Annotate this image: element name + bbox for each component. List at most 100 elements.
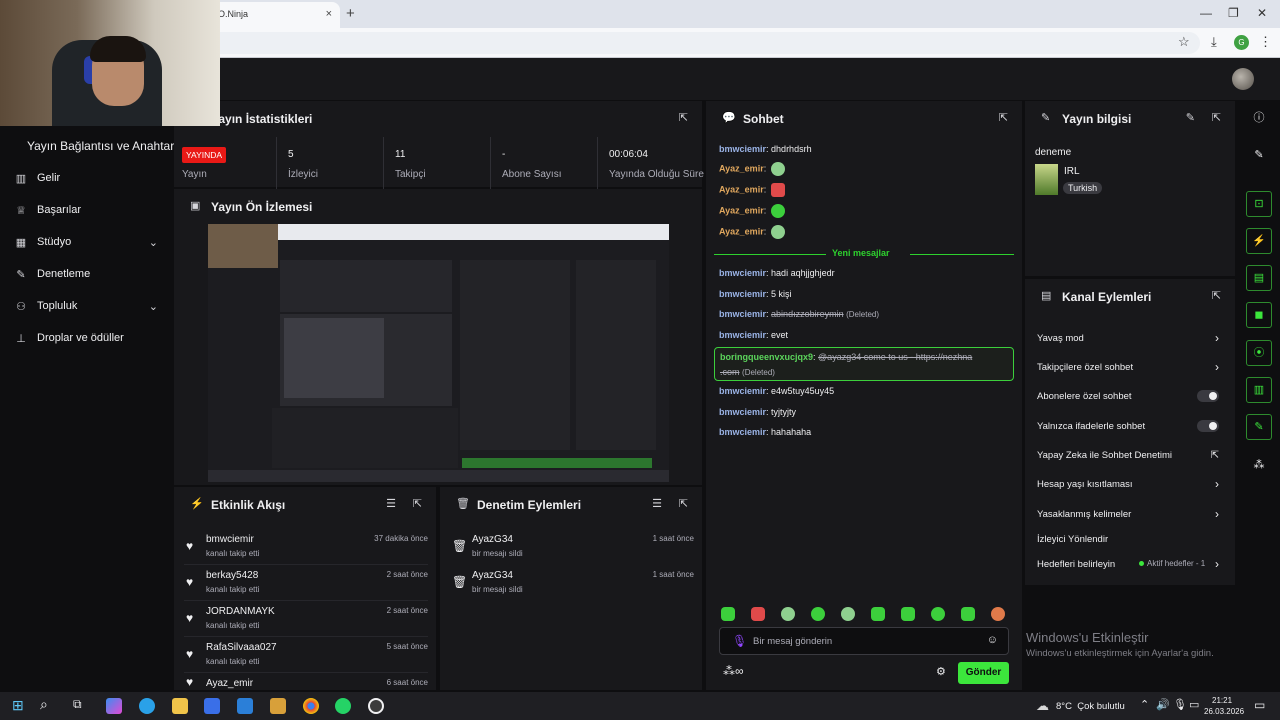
obs-icon[interactable] xyxy=(368,698,384,714)
sidebar-item-stream-key[interactable]: Yayın Bağlantısı ve Anahtarı xyxy=(27,139,178,153)
microphone-tray-icon[interactable]: 🎙 xyxy=(1173,698,1187,711)
tray-chevron-icon[interactable]: ⌃ xyxy=(1140,698,1149,711)
emote-button[interactable] xyxy=(841,607,855,621)
tag-badge[interactable]: Turkish xyxy=(1063,182,1103,194)
media-icon[interactable] xyxy=(270,698,286,714)
action-banned-words[interactable]: Yasaklanmış kelimeler › xyxy=(1037,505,1219,525)
action-goals[interactable]: Hedefleri belirleyin Aktif hedefler - 1 › xyxy=(1037,555,1219,575)
clock-time[interactable]: 21:21 xyxy=(1212,696,1232,705)
user-avatar[interactable] xyxy=(1232,68,1254,90)
action-slow-mode[interactable]: Yavaş mod › xyxy=(1037,329,1219,349)
chat-username[interactable]: bmwciemir xyxy=(719,407,766,417)
chat-username[interactable]: bmwciemir xyxy=(719,427,766,437)
chat-input-field[interactable]: 🎙 Bir mesaj gönderin ☺ xyxy=(719,627,1009,655)
popout-icon[interactable]: ⇱ xyxy=(679,497,688,510)
whatsapp-icon[interactable] xyxy=(335,698,351,714)
task-view-icon[interactable]: ⧉ xyxy=(73,697,82,712)
action-raid[interactable]: İzleyici Yönlendir xyxy=(1037,530,1219,550)
bits-icon[interactable]: ⁂∞ xyxy=(723,664,744,678)
edit-icon[interactable]: ✎ xyxy=(1246,142,1272,168)
microphone-icon[interactable]: 🎙 xyxy=(732,634,747,648)
notes-icon[interactable]: ▤ xyxy=(1246,265,1272,291)
wrench-icon[interactable]: ✎ xyxy=(1246,414,1272,440)
popout-icon[interactable]: ⇱ xyxy=(679,111,688,124)
copilot-icon[interactable] xyxy=(106,698,122,714)
network-icon[interactable]: ▭ xyxy=(1189,698,1199,711)
stream-preview-video[interactable] xyxy=(208,224,669,482)
emote-button[interactable] xyxy=(811,607,825,621)
extensions-icon[interactable]: ⁂ xyxy=(1246,452,1272,478)
category-name[interactable]: IRL xyxy=(1064,166,1080,177)
store-icon[interactable] xyxy=(204,698,220,714)
chat-username[interactable]: boringqueenvxucjqx9 xyxy=(720,352,813,362)
bookmark-star-icon[interactable]: ☆ xyxy=(1178,34,1190,50)
chat-username[interactable]: Ayaz_emir xyxy=(719,226,764,236)
new-tab-button[interactable]: + xyxy=(346,5,355,22)
minimize-icon[interactable]: — xyxy=(1200,6,1212,20)
info-icon[interactable]: ⓘ xyxy=(1246,105,1272,131)
emote-button[interactable] xyxy=(991,607,1005,621)
emote-button[interactable] xyxy=(751,607,765,621)
capture-icon[interactable]: ⊡ xyxy=(1246,191,1272,217)
toggle-switch[interactable] xyxy=(1197,420,1219,432)
chat-username[interactable]: Ayaz_emir xyxy=(719,163,764,173)
search-icon[interactable]: ⌕ xyxy=(40,696,48,713)
toggle-switch[interactable] xyxy=(1197,390,1219,402)
filter-icon[interactable]: ☰ xyxy=(652,497,662,510)
close-tab-icon[interactable]: × xyxy=(326,8,332,20)
emoji-picker-icon[interactable]: ☺ xyxy=(987,634,998,646)
action-account-age[interactable]: Hesap yaşı kısıtlaması › xyxy=(1037,475,1219,495)
chat-username[interactable]: bmwciemir xyxy=(719,268,766,278)
popout-icon[interactable]: ⇱ xyxy=(413,497,422,510)
chat-username[interactable]: bmwciemir xyxy=(719,309,766,319)
broadcast-icon[interactable]: ⦿ xyxy=(1246,340,1272,366)
volume-icon[interactable]: 🔊 xyxy=(1156,698,1170,711)
sidebar-item-denetleme[interactable]: ✎ Denetleme xyxy=(14,264,164,284)
mail-icon[interactable] xyxy=(237,698,253,714)
file-explorer-icon[interactable] xyxy=(172,698,188,714)
sidebar-item-studyo[interactable]: ▦ Stüdyo ⌄ xyxy=(14,232,164,252)
emote-button[interactable] xyxy=(721,607,735,621)
download-icon[interactable]: ⤓ xyxy=(1211,34,1217,50)
action-followers-only[interactable]: Takipçilere özel sohbet › xyxy=(1037,358,1219,378)
chrome-icon[interactable] xyxy=(303,698,319,714)
category-thumbnail[interactable] xyxy=(1035,164,1058,195)
send-button[interactable]: Gönder xyxy=(958,662,1009,684)
action-emote-only[interactable]: Yalnızca ifadelerle sohbet xyxy=(1037,417,1219,437)
chat-username[interactable]: bmwciemir xyxy=(719,289,766,299)
maximize-icon[interactable]: ❐ xyxy=(1228,6,1239,20)
close-window-icon[interactable]: ✕ xyxy=(1257,6,1267,20)
chat-username[interactable]: bmwciemir xyxy=(719,330,766,340)
chat-username[interactable]: Ayaz_emir xyxy=(719,205,764,215)
chat-username[interactable]: bmwciemir xyxy=(719,144,766,154)
chat-username[interactable]: Ayaz_emir xyxy=(719,184,764,194)
browser-profile-avatar[interactable]: G xyxy=(1234,35,1249,50)
chat-username[interactable]: bmwciemir xyxy=(719,386,766,396)
emote-button[interactable] xyxy=(931,607,945,621)
sidebar-item-gelir[interactable]: ▥ Gelir xyxy=(14,168,164,188)
url-field[interactable] xyxy=(160,32,1200,54)
filter-icon[interactable]: ☰ xyxy=(386,497,396,510)
edge-icon[interactable] xyxy=(139,698,155,714)
notification-icon[interactable]: ▭ xyxy=(1254,698,1265,712)
popout-icon[interactable]: ⇱ xyxy=(999,111,1008,124)
popout-icon[interactable]: ⇱ xyxy=(1212,289,1221,302)
action-ai-moderation[interactable]: Yapay Zeka ile Sohbet Denetimi ⇱ xyxy=(1037,446,1219,466)
menu-icon[interactable]: ⋮ xyxy=(1259,34,1272,50)
emote-button[interactable] xyxy=(901,607,915,621)
layout-icon[interactable]: ▥ xyxy=(1246,377,1272,403)
emote-button[interactable] xyxy=(961,607,975,621)
popout-icon[interactable]: ⇱ xyxy=(1212,111,1221,124)
gear-icon[interactable]: ⚙ xyxy=(936,665,946,678)
edit-icon[interactable]: ✎ xyxy=(1186,111,1195,124)
emote-button[interactable] xyxy=(781,607,795,621)
action-subscribers-only[interactable]: Abonelere özel sohbet xyxy=(1037,387,1219,407)
chat-icon[interactable]: ◼ xyxy=(1246,302,1272,328)
sidebar-item-basarilar[interactable]: ♕ Başarılar xyxy=(14,200,164,220)
sidebar-item-droplar[interactable]: ⊥ Droplar ve ödüller xyxy=(14,328,164,348)
lightning-icon[interactable]: ⚡ xyxy=(1246,228,1272,254)
weather-text[interactable]: 8°C Çok bulutlu xyxy=(1056,701,1125,712)
windows-start-icon[interactable]: ⊞ xyxy=(12,697,24,714)
sidebar-item-topluluk[interactable]: ⚇ Topluluk ⌄ xyxy=(14,296,164,316)
clock-date[interactable]: 26.03.2026 xyxy=(1204,707,1244,716)
